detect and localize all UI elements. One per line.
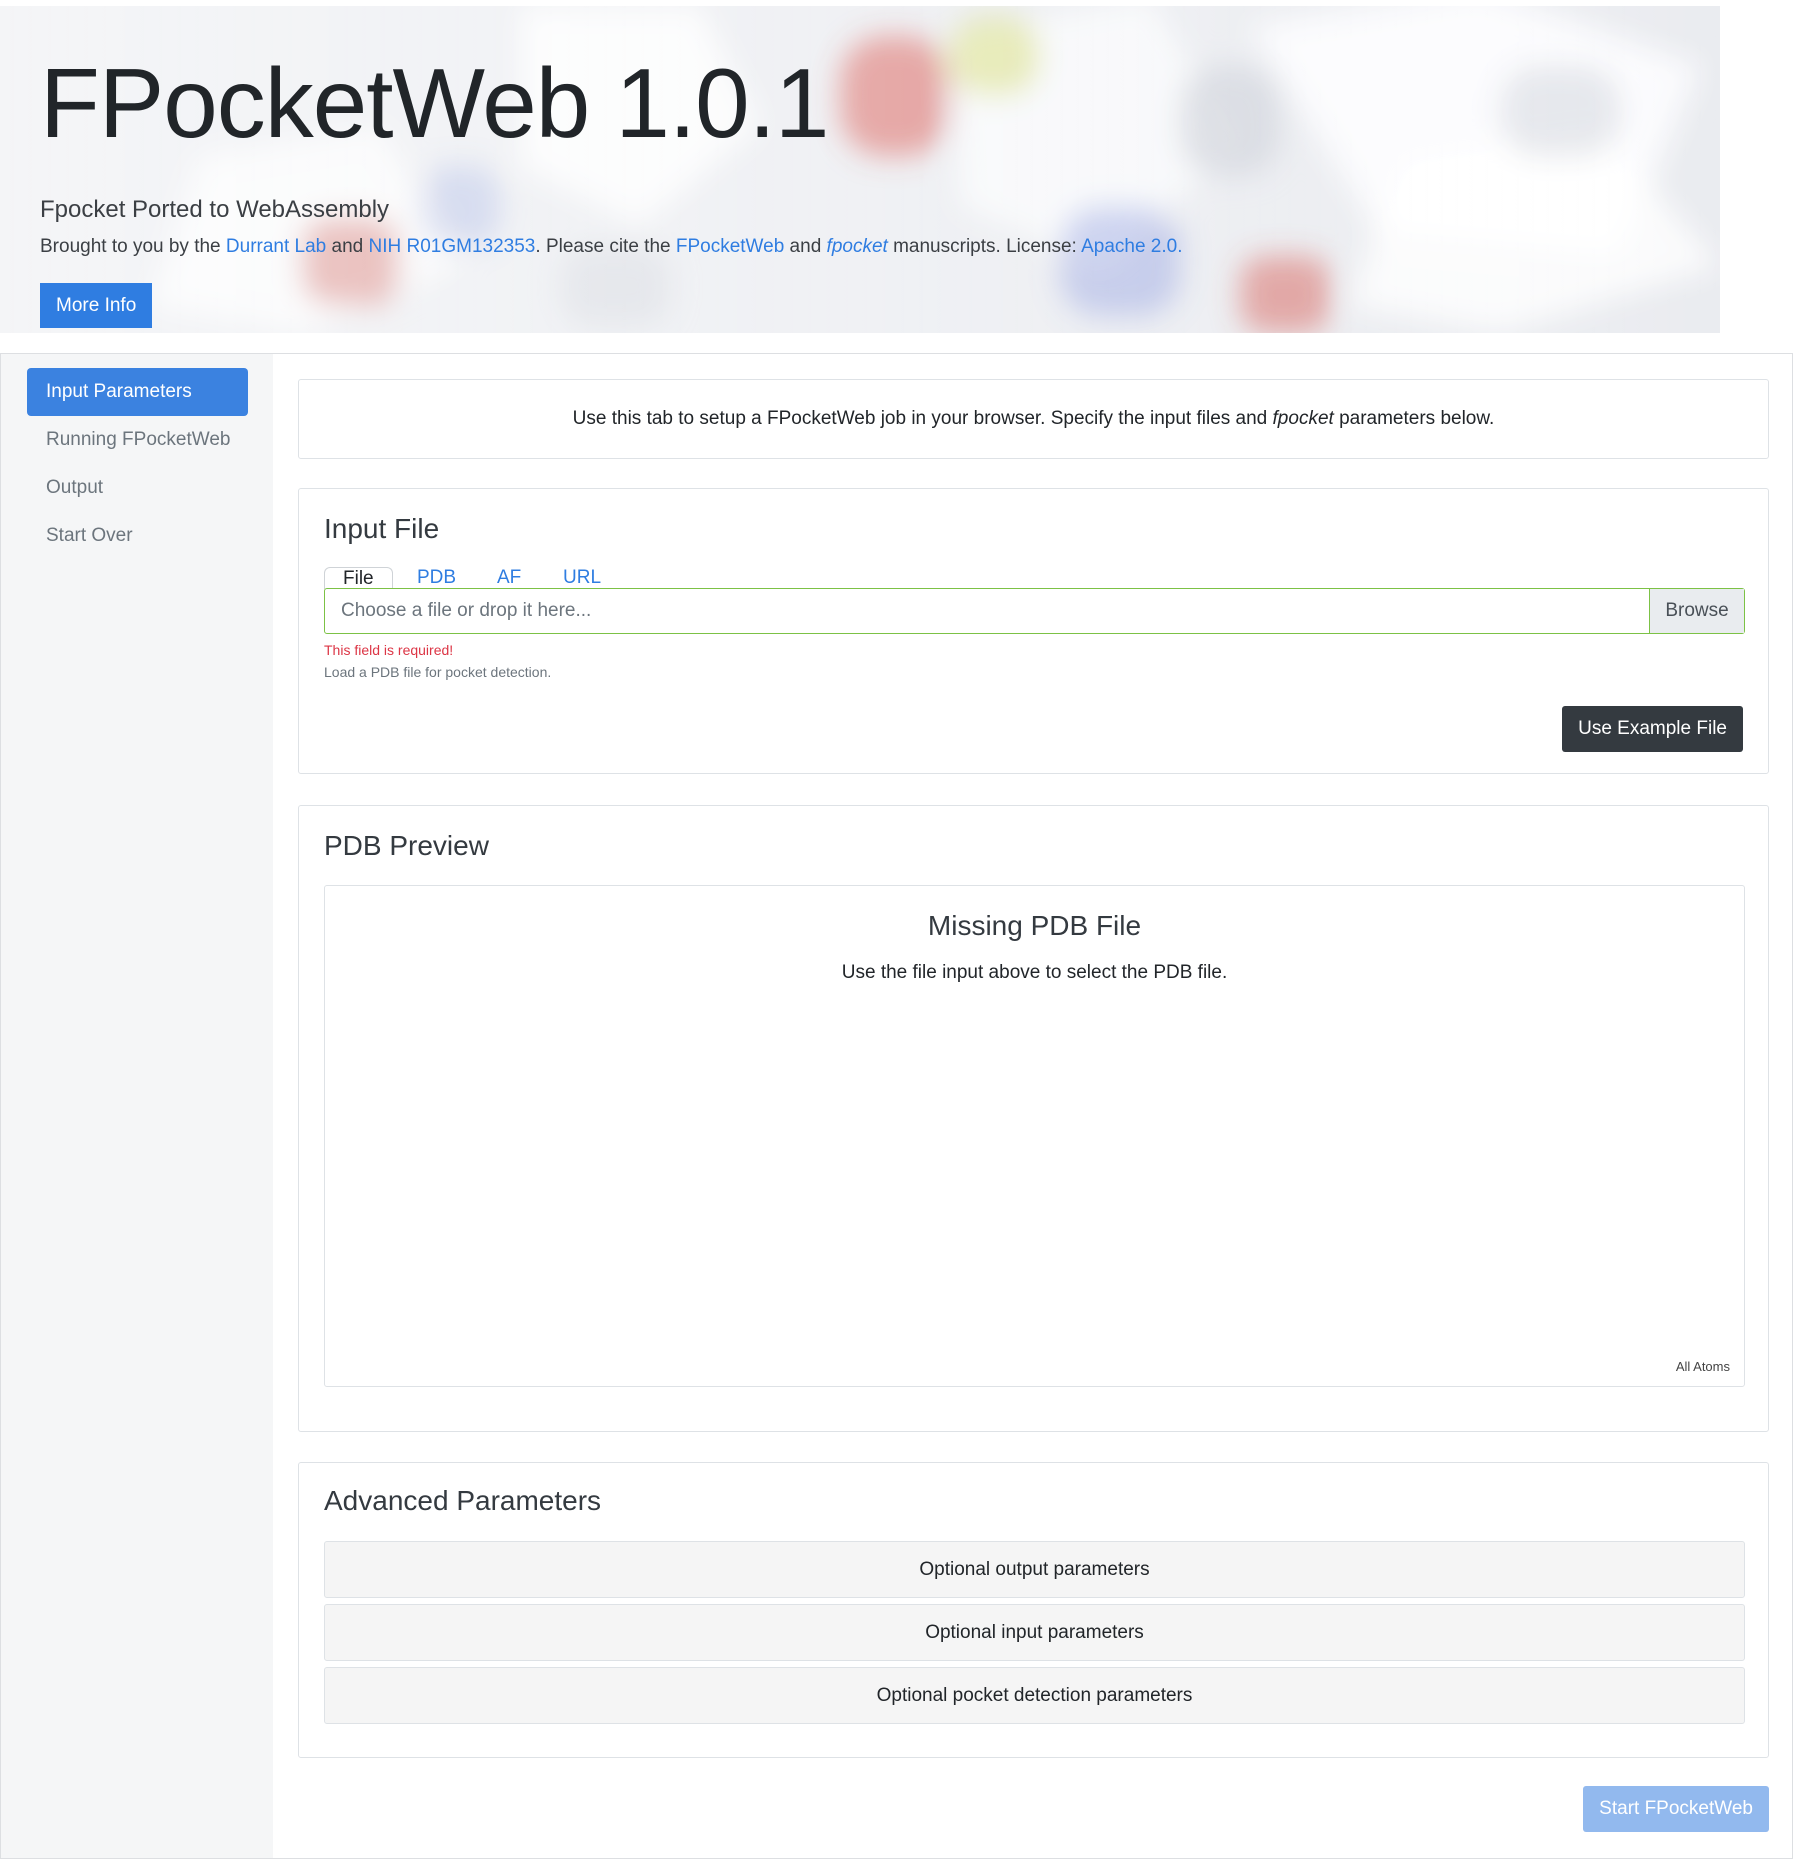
missing-pdb-message: Use the file input above to select the P… [841,962,1228,983]
missing-pdb-title: Missing PDB File [927,910,1142,941]
pdb-preview-title: PDB Preview [324,830,489,861]
advanced-parameters-title: Advanced Parameters [324,1485,602,1516]
intro-panel: Use this tab to setup a FPocketWeb job i… [298,379,1769,459]
app-tagline: Fpocket Ported to WebAssembly [40,196,390,223]
file-input-placeholder: Choose a file or drop it here... [341,600,592,621]
header-content: FPocketWeb 1.0.1 Fpocket Ported to WebAs… [40,44,1183,328]
optional-input-parameters-toggle[interactable]: Optional input parameters [324,1604,1745,1661]
more-info-button[interactable]: More Info [40,283,153,328]
license-link[interactable]: Apache 2.0. [1081,236,1182,257]
credits-text: . Please cite the [535,236,676,257]
credits-text: and [784,236,827,257]
sidebar-item-start-over[interactable]: Start Over [27,512,248,560]
nih-grant-link[interactable]: NIH R01GM132353 [369,236,536,257]
credits-text: manuscripts. License: [887,236,1082,257]
input-file-panel: Input File File PDB AF URL Choose a file… [298,488,1769,774]
sidebar-nav: Input Parameters Running FPocketWeb Outp… [1,354,273,1858]
tab-af[interactable]: AF [497,567,521,589]
fpocket-manuscript-link[interactable]: fpocket [827,236,888,257]
main-card: Input Parameters Running FPocketWeb Outp… [0,353,1793,1859]
input-file-title: Input File [324,513,440,544]
intro-text: Use this tab to setup a FPocketWeb job i… [572,408,1273,429]
tab-pdb[interactable]: PDB [417,567,456,589]
credits-text: and [326,236,369,257]
fpocketweb-manuscript-link[interactable]: FPocketWeb [676,236,784,257]
tab-file[interactable]: File [324,567,393,589]
optional-output-parameters-toggle[interactable]: Optional output parameters [324,1541,1745,1598]
intro-text: parameters below. [1333,408,1495,429]
file-required-error: This field is required! [324,642,454,658]
sidebar-item-input-parameters[interactable]: Input Parameters [27,368,248,416]
app-title: FPocketWeb 1.0.1 [40,48,829,158]
credits-text: Brought to you by the [40,236,226,257]
sidebar-item-output[interactable]: Output [27,464,248,512]
tab-url[interactable]: URL [563,567,601,589]
molecule-viewer[interactable]: Missing PDB File Use the file input abov… [324,885,1745,1387]
advanced-parameters-panel: Advanced Parameters Optional output para… [298,1462,1769,1758]
file-help-text: Load a PDB file for pocket detection. [324,664,552,680]
optional-pocket-detection-parameters-toggle[interactable]: Optional pocket detection parameters [324,1667,1745,1724]
credits-line: Brought to you by the Durrant Lab and NI… [40,236,1183,258]
start-fpocketweb-button[interactable]: Start FPocketWeb [1583,1786,1769,1832]
pdb-preview-panel: PDB Preview Missing PDB File Use the fil… [298,805,1769,1432]
sidebar-item-running-fpocketweb[interactable]: Running FPocketWeb [27,416,248,464]
browse-button[interactable]: Browse [1649,589,1744,633]
durrant-lab-link[interactable]: Durrant Lab [226,236,326,257]
render-mode-toggle[interactable]: All Atoms [1676,1359,1730,1374]
intro-text-fpocket: fpocket [1272,408,1334,429]
file-input[interactable]: Choose a file or drop it here... Browse [324,588,1745,634]
header-jumbotron: FPocketWeb 1.0.1 Fpocket Ported to WebAs… [0,6,1720,333]
use-example-file-button[interactable]: Use Example File [1562,706,1743,752]
